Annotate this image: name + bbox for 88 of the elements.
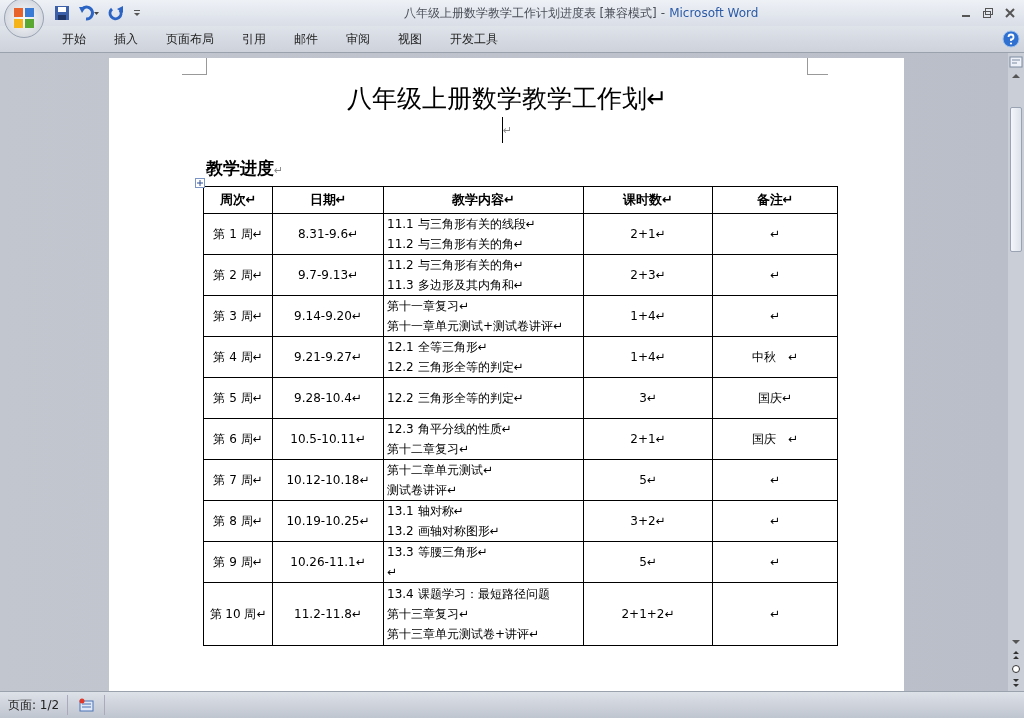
table-cell: ↵ bbox=[712, 459, 838, 501]
table-cell: 第 5 周↵ bbox=[203, 377, 273, 419]
undo-icon[interactable] bbox=[78, 5, 100, 21]
ribbon-tab[interactable]: 视图 bbox=[384, 30, 436, 48]
table-cell: 11.1 与三角形有关的线段↵ 11.2 与三角形有关的角↵ bbox=[383, 213, 584, 255]
table-cell: 11.2 与三角形有关的角↵ 11.3 多边形及其内角和↵ bbox=[383, 254, 584, 296]
table-cell: 第 1 周↵ bbox=[203, 213, 273, 255]
table-cell: 9.28-10.4↵ bbox=[272, 377, 384, 419]
table-cell: 10.19-10.25↵ bbox=[272, 500, 384, 542]
macro-record-icon[interactable] bbox=[78, 698, 95, 712]
table-move-handle-icon[interactable] bbox=[195, 178, 205, 188]
table-cell: 5↵ bbox=[583, 541, 713, 583]
table-cell: 第 3 周↵ bbox=[203, 295, 273, 337]
table-cell: 5↵ bbox=[583, 459, 713, 501]
table-cell: ↵ bbox=[712, 295, 838, 337]
table-cell: 12.3 角平分线的性质↵ 第十二章复习↵ bbox=[383, 418, 584, 460]
browse-object-icon[interactable] bbox=[1009, 663, 1023, 675]
page-count[interactable]: 页面: 1/2 bbox=[0, 695, 69, 715]
table-cell: 中秋 ↵ bbox=[712, 336, 838, 378]
table-cell: 8.31-9.6↵ bbox=[272, 213, 384, 255]
section-heading: 教学进度 bbox=[206, 158, 274, 178]
table-cell: 国庆↵ bbox=[712, 377, 838, 419]
table-cell: 第十一章复习↵ 第十一章单元测试+测试卷讲评↵ bbox=[383, 295, 584, 337]
table-cell: ↵ bbox=[712, 213, 838, 255]
close-icon[interactable] bbox=[1004, 7, 1016, 19]
table-cell: 1+4↵ bbox=[583, 336, 713, 378]
column-header: 教学内容↵ bbox=[383, 186, 584, 214]
table-cell: 13.1 轴对称↵ 13.2 画轴对称图形↵ bbox=[383, 500, 584, 542]
table-cell: 9.7-9.13↵ bbox=[272, 254, 384, 296]
table-cell: 10.5-10.11↵ bbox=[272, 418, 384, 460]
ribbon-tab[interactable]: 插入 bbox=[100, 30, 152, 48]
table-cell: 9.14-9.20↵ bbox=[272, 295, 384, 337]
table-cell: 第 9 周↵ bbox=[203, 541, 273, 583]
table-cell: 第 6 周↵ bbox=[203, 418, 273, 460]
table-cell: 1+4↵ bbox=[583, 295, 713, 337]
table-cell: 2+3↵ bbox=[583, 254, 713, 296]
table-cell: 国庆 ↵ bbox=[712, 418, 838, 460]
table-cell: 第 10 周↵ bbox=[203, 582, 273, 646]
table-cell: ↵ bbox=[712, 541, 838, 583]
column-header: 周次↵ bbox=[203, 186, 273, 214]
table-cell: 13.4 课题学习：最短路径问题 第十三章复习↵ 第十三章单元测试卷+讲评↵ bbox=[383, 582, 584, 646]
table-cell: 13.3 等腰三角形↵ ↵ bbox=[383, 541, 584, 583]
customize-caret-icon[interactable] bbox=[132, 8, 142, 18]
table-cell: 第 2 周↵ bbox=[203, 254, 273, 296]
table-cell: 第 4 周↵ bbox=[203, 336, 273, 378]
table-cell: 第 8 周↵ bbox=[203, 500, 273, 542]
scroll-thumb[interactable] bbox=[1010, 107, 1022, 252]
office-logo-icon bbox=[11, 5, 37, 31]
table-cell: 10.12-10.18↵ bbox=[272, 459, 384, 501]
document-title: 八年级上册数学教学工作计划进度表 [兼容模式] bbox=[403, 5, 657, 20]
ribbon-tab[interactable]: 审阅 bbox=[332, 30, 384, 48]
table-cell: 2+1↵ bbox=[583, 213, 713, 255]
table-cell: 3+2↵ bbox=[583, 500, 713, 542]
vertical-scrollbar[interactable] bbox=[1008, 53, 1024, 691]
document-heading: 八年级上册数学教学工作划↵ bbox=[345, 83, 669, 115]
column-header: 课时数↵ bbox=[583, 186, 713, 214]
ribbon-tab[interactable]: 邮件 bbox=[280, 30, 332, 48]
ribbon-tab[interactable]: 开发工具 bbox=[436, 30, 512, 48]
save-icon[interactable] bbox=[54, 5, 70, 21]
margin-corner-mark bbox=[182, 58, 207, 75]
title-separator: - bbox=[660, 5, 666, 20]
ribbon-tab[interactable]: 页面布局 bbox=[152, 30, 228, 48]
table-cell: 11.2-11.8↵ bbox=[272, 582, 384, 646]
column-header: 备注↵ bbox=[712, 186, 838, 214]
ruler-toggle-icon[interactable] bbox=[1009, 55, 1023, 69]
app-name: Microsoft Word bbox=[669, 5, 759, 20]
office-button[interactable] bbox=[4, 0, 44, 38]
paragraph-mark: ↵ bbox=[502, 123, 513, 137]
table-cell: ↵ bbox=[712, 582, 838, 646]
table-cell: ↵ bbox=[712, 254, 838, 296]
table-cell: ↵ bbox=[712, 500, 838, 542]
table-cell: 12.2 三角形全等的判定↵ bbox=[383, 377, 584, 419]
margin-corner-mark bbox=[807, 58, 828, 75]
ribbon-tab[interactable]: 开始 bbox=[48, 30, 100, 48]
table-cell: 第 7 周↵ bbox=[203, 459, 273, 501]
table-cell: 第十二章单元测试↵ 测试卷讲评↵ bbox=[383, 459, 584, 501]
table-cell: 9.21-9.27↵ bbox=[272, 336, 384, 378]
table-cell: 3↵ bbox=[583, 377, 713, 419]
table-cell: 2+1↵ bbox=[583, 418, 713, 460]
paragraph-mark: ↵ bbox=[274, 164, 284, 177]
help-icon[interactable] bbox=[1002, 30, 1020, 48]
restore-icon[interactable] bbox=[982, 7, 994, 19]
table-cell: 12.1 全等三角形↵ 12.2 三角形全等的判定↵ bbox=[383, 336, 584, 378]
table-cell: 2+1+2↵ bbox=[583, 582, 713, 646]
redo-icon[interactable] bbox=[108, 5, 124, 21]
ribbon-tab[interactable]: 引用 bbox=[228, 30, 280, 48]
table-cell: 10.26-11.1↵ bbox=[272, 541, 384, 583]
column-header: 日期↵ bbox=[272, 186, 384, 214]
